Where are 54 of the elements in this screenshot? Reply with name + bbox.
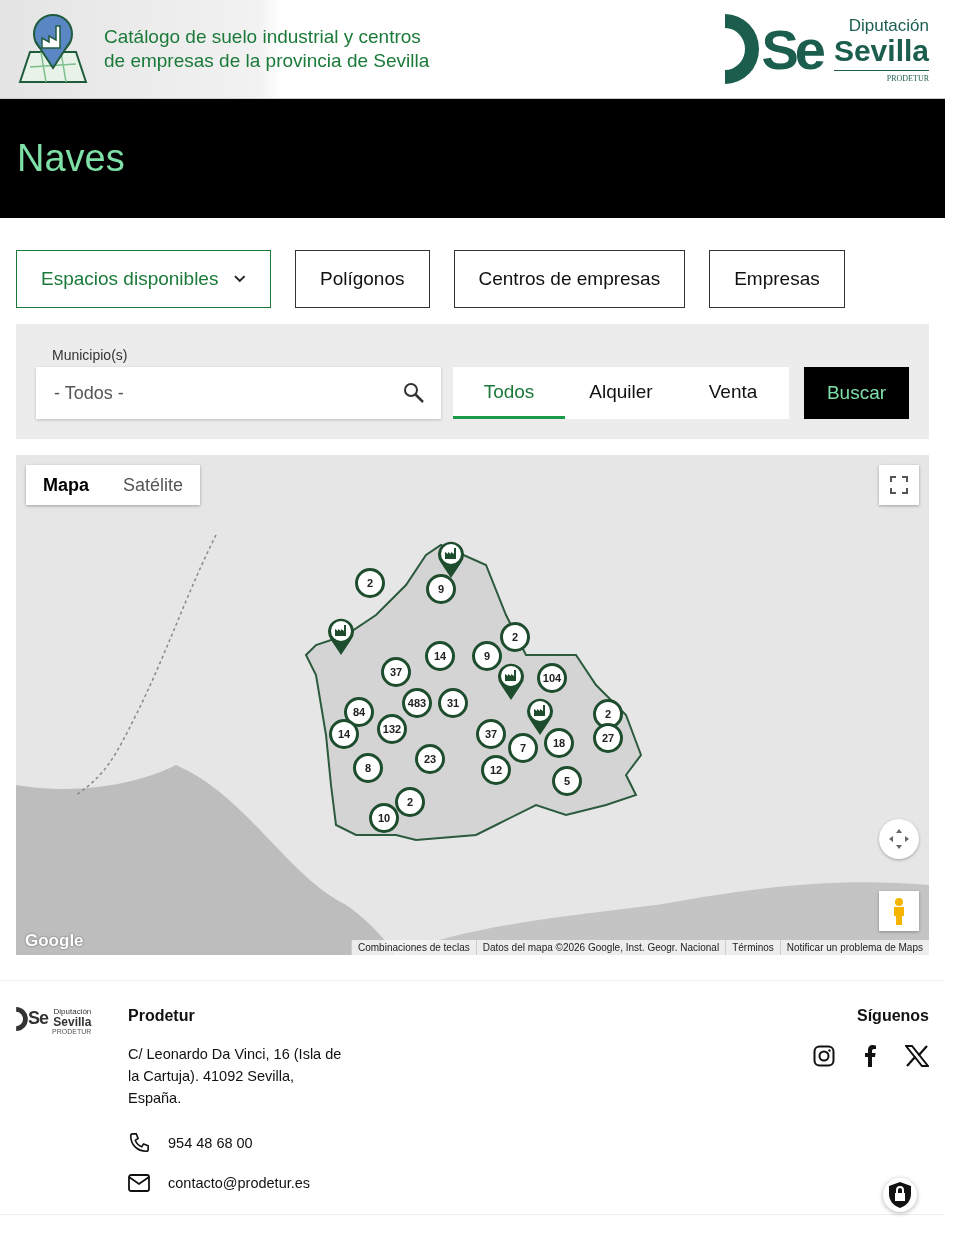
google-logo: Google xyxy=(25,931,84,951)
x-logo-icon[interactable] xyxy=(905,1045,929,1067)
category-button[interactable]: Centros de empresas xyxy=(453,250,686,308)
municipality-field[interactable]: - Todos - xyxy=(36,367,441,419)
fullscreen-icon xyxy=(890,476,908,494)
field-label: Municipio(s) xyxy=(51,347,129,363)
organization-name: Prodetur xyxy=(128,1007,196,1025)
privacy-button[interactable] xyxy=(883,1178,917,1212)
page-title: Naves xyxy=(17,137,125,180)
logo-subtitle: Diputación xyxy=(848,15,929,36)
cluster-marker[interactable]: 2 xyxy=(500,622,530,652)
attribution-link[interactable]: Datos del mapa ©2026 Google, Inst. Geogr. Nacional xyxy=(475,940,726,955)
map-area[interactable]: Mapa Satélite 2 9 14 9 2 37 104 84 483 31 14 132 37 7 18 2 27 8 23 12 5 2 10 Google Combinaciones de teclas Datos del mapa ©2026 Google, Inst. Geogr. Nacional Términos Notificar un problema de Maps xyxy=(16,455,929,955)
phone-number: 954 48 68 00 xyxy=(168,1135,253,1151)
facebook-icon[interactable] xyxy=(863,1045,877,1067)
logo-title: Sevilla xyxy=(833,35,929,71)
arc-logo-icon xyxy=(725,14,760,84)
attribution-link[interactable]: Notificar un problema de Maps xyxy=(779,940,929,955)
mode-tab[interactable]: Alquiler xyxy=(565,367,677,419)
fullscreen-button[interactable] xyxy=(879,465,919,505)
mode-tab[interactable]: Todos xyxy=(453,367,565,419)
instagram-icon[interactable] xyxy=(813,1045,835,1067)
search-icon xyxy=(403,382,425,404)
attribution-link[interactable]: Términos xyxy=(725,940,780,955)
factory-pin-icon[interactable] xyxy=(437,541,465,579)
shield-lock-icon xyxy=(887,1181,913,1209)
envelope-icon xyxy=(128,1174,150,1192)
pan-arrows-icon xyxy=(888,828,910,850)
attribution-link[interactable]: Combinaciones de teclas xyxy=(351,940,476,955)
map-type-tab[interactable]: Mapa xyxy=(26,465,106,505)
person-icon xyxy=(891,897,907,925)
cluster-marker[interactable]: 2 xyxy=(355,568,385,598)
follow-heading: Síguenos xyxy=(857,1007,929,1025)
map-pin-logo-icon xyxy=(16,12,90,86)
logo-title: Sevilla xyxy=(53,1016,92,1028)
camera-control-button[interactable] xyxy=(879,819,919,859)
category-button[interactable]: Empresas xyxy=(709,250,845,308)
search-button[interactable]: Buscar xyxy=(804,367,909,419)
logo-letters: Se xyxy=(28,1007,49,1029)
logo-tagline: PRODETUR xyxy=(886,73,929,83)
map-type-tab[interactable]: Satélite xyxy=(106,465,201,505)
arc-logo-icon xyxy=(16,1007,28,1031)
factory-pin-icon[interactable] xyxy=(327,618,355,656)
category-button[interactable]: Polígonos xyxy=(295,250,430,308)
phone-icon xyxy=(128,1132,150,1154)
category-button[interactable]: Espacios disponibles xyxy=(16,250,271,308)
mode-tab[interactable]: Venta xyxy=(677,367,789,419)
site-title: Catálogo de suelo industrial y centros de empresas de la provincia de Sevilla xyxy=(104,25,431,73)
logo-letters: Se xyxy=(761,16,822,82)
factory-pin-icon[interactable] xyxy=(526,698,554,736)
logo-subtitle: Diputación xyxy=(53,1007,92,1016)
email-link[interactable]: contacto@prodetur.es xyxy=(168,1175,311,1191)
factory-pin-icon[interactable] xyxy=(497,663,525,701)
address-text: C/ Leonardo Da Vinci, 16 (Isla de la Cartuja). 41092 Sevilla, España. xyxy=(128,1045,343,1108)
